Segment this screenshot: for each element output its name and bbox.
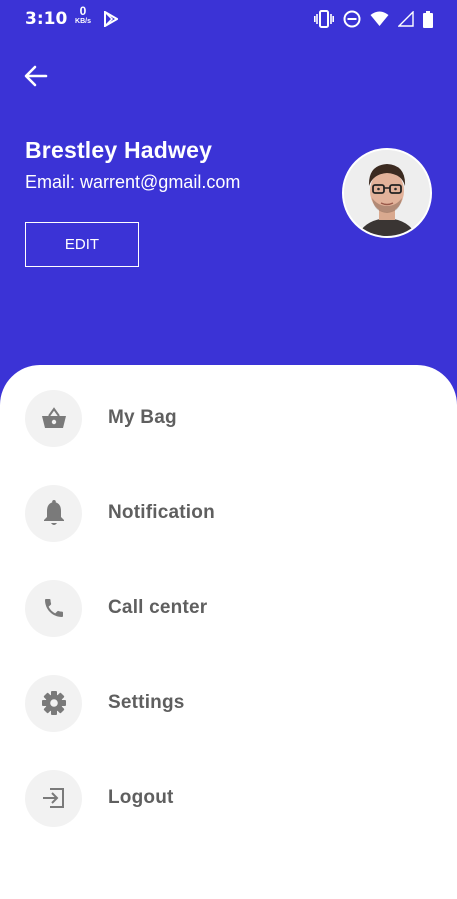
wifi-icon [370,11,389,32]
avatar-photo [344,150,430,236]
menu-item-label: Call center [108,597,208,618]
logout-icon [25,769,82,827]
menu-item-settings[interactable]: Settings [0,668,457,738]
status-icons [314,10,433,33]
menu-item-notification[interactable]: Notification [0,478,457,548]
bell-icon [25,484,82,542]
edit-profile-button[interactable]: EDIT [25,222,139,267]
back-button[interactable] [22,62,50,90]
user-email: Email: warrent@gmail.com [25,172,241,192]
gear-icon [25,674,82,732]
menu-item-logout[interactable]: Logout [0,763,457,833]
menu-item-call-center[interactable]: Call center [0,573,457,643]
back-arrow-icon [24,65,48,87]
do-not-disturb-icon [343,10,361,33]
status-bar: 3:10 0 KB/s [0,0,457,40]
phone-icon [25,579,82,637]
menu-item-label: Settings [108,692,185,713]
battery-icon [423,10,433,33]
network-speed: 0 KB/s [72,4,94,26]
menu-item-label: My Bag [108,407,177,428]
menu-item-label: Notification [108,502,215,523]
signal-icon [397,10,414,32]
network-speed-value: 0 [79,4,87,18]
vibrate-icon [314,10,334,33]
menu-item-label: Logout [108,787,174,808]
user-name: Brestley Hadwey [25,137,213,163]
network-speed-unit: KB/s [75,18,91,25]
basket-icon [25,389,82,447]
status-time: 3:10 [25,9,68,29]
profile-header: 3:10 0 KB/s Brestley Hadwey Email: warre… [0,0,457,400]
menu-item-my-bag[interactable]: My Bag [0,383,457,453]
menu-panel: My Bag Notification Call center Settings… [0,365,457,899]
avatar[interactable] [342,148,432,238]
play-store-icon [104,10,119,32]
